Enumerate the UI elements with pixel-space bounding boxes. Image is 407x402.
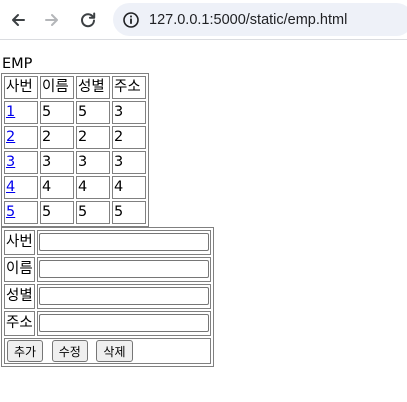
form-button-row: 추가 수정 삭제 bbox=[4, 338, 211, 364]
cell-addr: 5 bbox=[112, 201, 146, 224]
forward-arrow-icon bbox=[45, 14, 58, 26]
form-row-name: 이름 bbox=[4, 257, 211, 282]
table-row: 5 5 5 5 bbox=[4, 201, 146, 224]
form-row-gender: 성별 bbox=[4, 284, 211, 309]
gender-input[interactable] bbox=[38, 286, 209, 305]
address-bar[interactable]: 127.0.0.1:5000/static/emp.html bbox=[113, 3, 407, 36]
cell-id: 3 bbox=[4, 151, 38, 174]
emp-id-link[interactable]: 1 bbox=[6, 104, 15, 120]
cell-name: 3 bbox=[40, 151, 74, 174]
emp-id-link[interactable]: 3 bbox=[6, 154, 15, 170]
cell-id: 2 bbox=[4, 126, 38, 149]
table-row: 2 2 2 2 bbox=[4, 126, 146, 149]
site-info-button[interactable] bbox=[121, 10, 141, 30]
cell-addr: 3 bbox=[112, 101, 146, 124]
cell-gender: 4 bbox=[76, 176, 110, 199]
table-row: 4 4 4 4 bbox=[4, 176, 146, 199]
reload-button[interactable] bbox=[75, 7, 101, 33]
back-button[interactable] bbox=[5, 7, 31, 33]
cell-name: 2 bbox=[40, 126, 74, 149]
form-row-id: 사번 bbox=[4, 230, 211, 255]
form-label: 성별 bbox=[4, 284, 35, 309]
address-input[interactable] bbox=[38, 313, 209, 332]
browser-toolbar: 127.0.0.1:5000/static/emp.html bbox=[0, 0, 407, 40]
form-row-addr: 주소 bbox=[4, 311, 211, 336]
table-row: 3 3 3 3 bbox=[4, 151, 146, 174]
emp-id-input[interactable] bbox=[38, 232, 209, 251]
emp-table: 사번 이름 성별 주소 1 5 5 3 2 2 2 2 3 3 3 3 4 4 … bbox=[1, 73, 149, 227]
form-label: 이름 bbox=[4, 257, 35, 282]
edit-button[interactable]: 수정 bbox=[51, 340, 88, 362]
cell-gender: 5 bbox=[76, 201, 110, 224]
cell-id: 5 bbox=[4, 201, 38, 224]
url-text[interactable]: 127.0.0.1:5000/static/emp.html bbox=[149, 12, 347, 28]
cell-name: 5 bbox=[40, 101, 74, 124]
cell-addr: 3 bbox=[112, 151, 146, 174]
cell-addr: 2 bbox=[112, 126, 146, 149]
cell-id: 1 bbox=[4, 101, 38, 124]
emp-id-link[interactable]: 5 bbox=[6, 204, 15, 220]
cell-gender: 3 bbox=[76, 151, 110, 174]
cell-name: 4 bbox=[40, 176, 74, 199]
table-row: 1 5 5 3 bbox=[4, 101, 146, 124]
form-label: 주소 bbox=[4, 311, 35, 336]
page-title: EMP bbox=[2, 56, 33, 72]
site-info-icon bbox=[123, 11, 139, 28]
delete-button[interactable]: 삭제 bbox=[96, 340, 133, 362]
page-content: EMP 사번 이름 성별 주소 1 5 5 3 2 2 2 2 3 3 3 3 … bbox=[0, 55, 214, 367]
name-input[interactable] bbox=[38, 259, 209, 278]
back-arrow-icon bbox=[12, 14, 25, 26]
reload-icon bbox=[81, 12, 96, 28]
cell-addr: 4 bbox=[112, 176, 146, 199]
table-header-row: 사번 이름 성별 주소 bbox=[4, 76, 146, 99]
emp-form: 사번 이름 성별 주소 추가 수정 삭제 bbox=[1, 227, 214, 367]
header-cell-addr: 주소 bbox=[112, 76, 146, 99]
form-label: 사번 bbox=[4, 230, 35, 255]
header-cell-name: 이름 bbox=[40, 76, 74, 99]
header-cell-gender: 성별 bbox=[76, 76, 110, 99]
cell-id: 4 bbox=[4, 176, 38, 199]
emp-id-link[interactable]: 2 bbox=[6, 129, 15, 145]
add-button[interactable]: 추가 bbox=[7, 340, 44, 362]
cell-gender: 5 bbox=[76, 101, 110, 124]
forward-button[interactable] bbox=[39, 7, 65, 33]
cell-name: 5 bbox=[40, 201, 74, 224]
emp-id-link[interactable]: 4 bbox=[6, 179, 15, 195]
cell-gender: 2 bbox=[76, 126, 110, 149]
header-cell-id: 사번 bbox=[4, 76, 38, 99]
